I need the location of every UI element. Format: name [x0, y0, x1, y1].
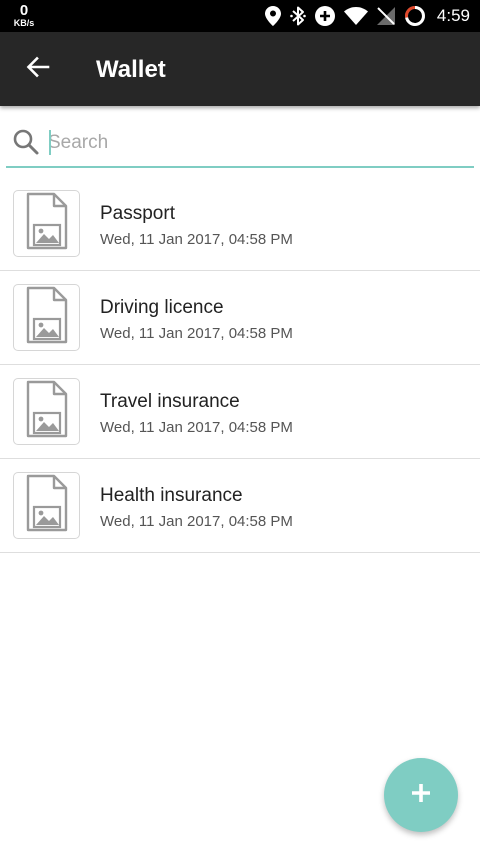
no-signal-icon: [376, 7, 395, 25]
list-item[interactable]: Travel insurance Wed, 11 Jan 2017, 04:58…: [0, 365, 480, 459]
search-bar: [6, 120, 474, 168]
document-thumbnail: [13, 190, 80, 257]
plus-icon: [410, 782, 432, 809]
document-thumbnail: [13, 284, 80, 351]
document-thumbnail: [13, 378, 80, 445]
image-file-icon: [26, 286, 68, 349]
text-cursor: [49, 130, 51, 155]
list-item[interactable]: Passport Wed, 11 Jan 2017, 04:58 PM: [0, 177, 480, 271]
document-date: Wed, 11 Jan 2017, 04:58 PM: [100, 513, 293, 530]
network-speed-unit: KB/s: [13, 18, 35, 28]
image-file-icon: [26, 380, 68, 443]
status-bar: 0 KB/s 4:59: [0, 0, 480, 32]
network-speed-value: 0: [19, 2, 29, 19]
clock: 4:59: [436, 6, 470, 25]
page-title: Wallet: [96, 56, 166, 83]
document-list: Passport Wed, 11 Jan 2017, 04:58 PM Driv…: [0, 177, 480, 553]
network-speed-indicator: 0 KB/s: [10, 3, 38, 28]
document-thumbnail: [13, 472, 80, 539]
document-title: Driving licence: [100, 297, 224, 318]
document-title: Passport: [100, 203, 175, 224]
data-saver-icon: [314, 6, 335, 26]
image-file-icon: [26, 474, 68, 537]
add-document-button[interactable]: [384, 758, 458, 832]
document-date: Wed, 11 Jan 2017, 04:58 PM: [100, 325, 293, 342]
document-date: Wed, 11 Jan 2017, 04:58 PM: [100, 231, 293, 248]
search-input[interactable]: [48, 126, 458, 160]
battery-icon: [404, 5, 426, 27]
app-bar: Wallet: [0, 32, 480, 106]
bluetooth-icon: [290, 5, 306, 27]
document-date: Wed, 11 Jan 2017, 04:58 PM: [100, 419, 293, 436]
image-file-icon: [26, 192, 68, 255]
status-icons: 4:59: [264, 0, 470, 32]
search-icon[interactable]: [12, 128, 40, 156]
list-item[interactable]: Driving licence Wed, 11 Jan 2017, 04:58 …: [0, 271, 480, 365]
location-icon: [264, 6, 281, 26]
wifi-icon: [343, 7, 368, 25]
document-title: Health insurance: [100, 485, 243, 506]
document-title: Travel insurance: [100, 391, 240, 412]
back-button[interactable]: [14, 45, 62, 93]
list-item[interactable]: Health insurance Wed, 11 Jan 2017, 04:58…: [0, 459, 480, 553]
arrow-back-icon: [26, 55, 50, 84]
